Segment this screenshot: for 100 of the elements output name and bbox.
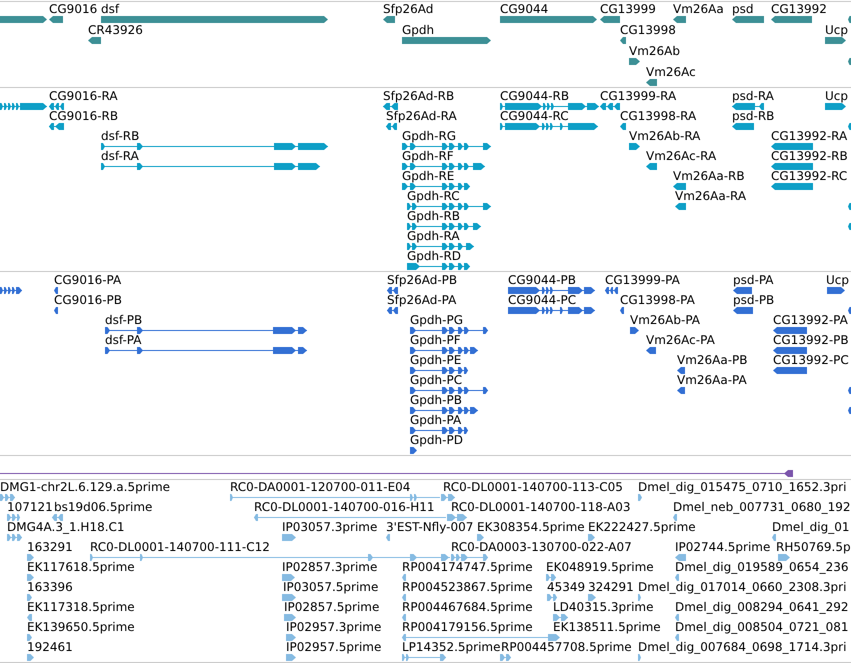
feature-label: EK222427.5prime [588,520,696,534]
feature-label: Vm26Aa-PB [677,353,748,367]
feature-label: Gpdh-RB [407,209,460,223]
feature-label: CG13992-RA [771,129,848,143]
feature-label: Dmel_dig_01 [772,520,850,534]
feature-label: dsf-RA [101,149,139,163]
feature-label: 163291 [27,540,73,554]
feature-label: dsf-PA [105,333,142,347]
feature-label: CG13992-PC [773,353,849,367]
feature-label: EK048919.5prime [546,560,654,574]
feature-label: 3'EST-Nfly-007 [386,520,474,534]
feature-label: RP004174747.5prime [402,560,533,574]
feature-label: RC0-DL0001-140700-111-C12 [90,540,270,554]
feature-label: Gpdh-PB [410,393,462,407]
feature-label: Ucp [825,89,848,103]
feature-label: RC0-DA0003-130700-022-A07 [451,540,632,554]
feature-label: EK138511.5prime [553,620,661,634]
feature-label: 324291 [588,580,634,594]
feature-label: CG13998 [620,23,676,37]
feature-label: Dmel_dig_008294_0641_292 [675,600,848,614]
feature-label: Vm26Ab [629,44,680,58]
feature-label: Vm26Ac [646,65,696,79]
feature-label: Dmel_neb_007731_0680_192 [673,500,851,514]
feature-label: Gpdh-RA [407,229,460,243]
feature-label: psd-RB [732,109,774,123]
feature-label: CG13992-RC [771,169,848,183]
feature-label: CG9016 [49,2,98,16]
feature-label: CG9016-PA [54,273,122,287]
feature-label: psd-PA [733,273,774,287]
feature-label: Sfp26Ad-PB [387,273,458,287]
feature-label: Gpdh-RC [407,189,460,203]
feature-label: CG9016-RA [49,89,118,103]
feature-label: Dmel_dig_015475_0710_1652.3pri [638,480,846,494]
feature-label: Gpdh-PD [410,433,463,447]
feature-label: CG13998-PA [620,293,695,307]
feature-label: Vm26Ab-PA [630,313,700,327]
feature-label: Gpdh-RE [402,169,454,183]
feature-label: EK308354.5prime [477,520,585,534]
feature-label: CG9044 [500,2,548,16]
feature-label: Gpdh-PA [410,413,462,427]
feature-label: Gpdh-PC [410,373,462,387]
feature-label: 107121 [7,500,53,514]
feature-label: psd [732,2,754,16]
feature-label: Gpdh-PG [410,313,464,327]
feature-label: Sfp26Ad-RB [383,89,454,103]
feature-label: Vm26Aa [673,2,724,16]
feature-label: psd-PB [733,293,774,307]
feature-label: Vm26Ac-RA [646,149,716,163]
feature-label: Ucp [825,23,848,37]
feature-label: CG9044-RC [500,109,569,123]
feature-label: CG9016-RB [49,109,118,123]
feature-label: RH50769.5p [776,540,851,554]
feature-label: Sfp26Ad [383,2,434,16]
feature-label: CG9044-RB [500,89,570,103]
feature-label: RC0-DL0001-140700-016-H11 [254,500,435,514]
feature-label: CG13992-RB [771,149,848,163]
feature-label: LD40315.3prime [553,600,654,614]
feature-label: 163396 [27,580,73,594]
feature-label: CG13992-PB [773,333,849,347]
feature-label: IP02744.5prime [675,540,770,554]
feature-label: Gpdh-PF [410,333,461,347]
feature-label: Vm26Aa-PA [677,373,747,387]
feature-label: CG13999-RA [600,89,676,103]
feature-label: Dmel_dig_019589_0654_236 [675,560,848,574]
feature-label: CG13998-RA [620,109,696,123]
feature-label: RC0-DA0001-120700-011-E04 [230,480,410,494]
feature-label: IP03057.3prime [282,520,378,534]
feature-label: CG13992-PA [773,313,848,327]
feature-label: RP004523867.5prime [402,580,533,594]
feature-label: bs19d06.5prime [54,500,152,514]
feature-label: Dmel_dig_007684_0698_1714.3pri [638,640,846,654]
feature-label: CG9044-PC [508,293,576,307]
feature-label: Gpdh-PE [410,353,462,367]
feature-label: Ucp [826,273,849,287]
feature-label: dsf [101,2,120,16]
feature-label: Gpdh-RF [402,149,454,163]
feature-label: CG13999-PA [605,273,680,287]
feature-label: Vm26Aa-RA [675,189,746,203]
feature-label: Vm26Ac-PA [646,333,715,347]
feature-label: dsf-RB [101,129,140,143]
feature-label: DMG1-chr2L.6.129.a.5prime [0,480,170,494]
feature-label: Gpdh-RD [407,249,462,263]
feature-label: EK117618.5prime [27,560,135,574]
feature-label: psd-RA [732,89,774,103]
feature-label: RC0-DL0001-140700-113-C05 [443,480,623,494]
feature-label: 192461 [27,640,73,654]
feature-label: RP004179156.5prime [402,620,533,634]
feature-label: CR43926 [88,23,143,37]
feature-label: IP02957.5prime [286,640,382,654]
feature-label: RP004467684.5prime [402,600,533,614]
feature-label: Gpdh [402,23,434,37]
feature-label: Sfp26Ad-RA [386,109,457,123]
feature-label: CG13992 [771,2,827,16]
feature-label: RC0-DL0001-140700-118-A03 [451,500,630,514]
feature-label: Gpdh-RG [402,129,456,143]
feature-label: CG13999 [600,2,656,16]
feature-label: IP02857.5prime [284,600,380,614]
feature-label: Vm26Aa-RB [673,169,745,183]
feature-label: DMG4A.3_1.H18.C1 [7,520,125,534]
feature-label: Sfp26Ad-PA [387,293,456,307]
